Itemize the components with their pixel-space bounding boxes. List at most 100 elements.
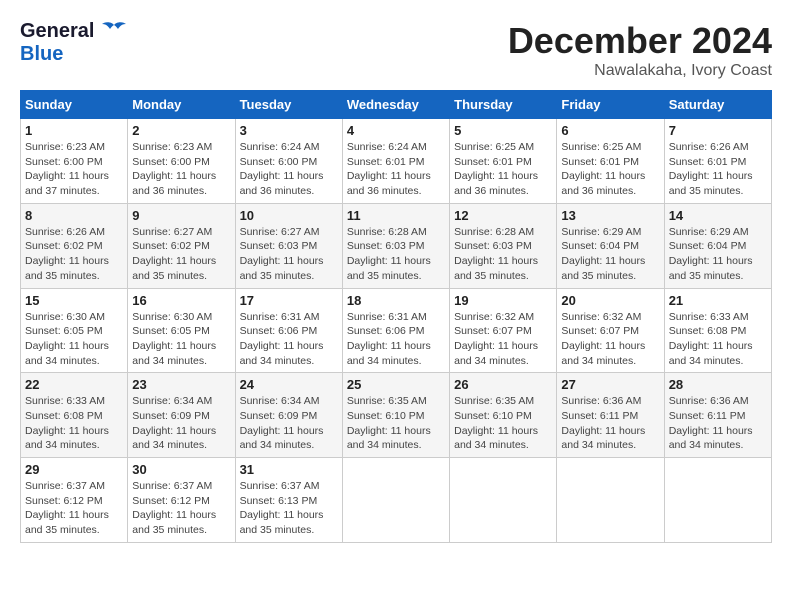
day-number: 1 — [25, 123, 123, 138]
calendar-week-row: 1 Sunrise: 6:23 AMSunset: 6:00 PMDaylight… — [21, 119, 772, 204]
day-number: 15 — [25, 293, 123, 308]
day-number: 29 — [25, 462, 123, 477]
calendar-week-row: 22 Sunrise: 6:33 AMSunset: 6:08 PMDayligh… — [21, 373, 772, 458]
calendar-cell: 22 Sunrise: 6:33 AMSunset: 6:08 PMDayligh… — [21, 373, 128, 458]
day-info: Sunrise: 6:27 AMSunset: 6:03 PMDaylight:… — [240, 225, 338, 284]
logo-bird-icon — [100, 21, 128, 43]
day-info: Sunrise: 6:36 AMSunset: 6:11 PMDaylight:… — [561, 394, 659, 453]
calendar-cell: 10 Sunrise: 6:27 AMSunset: 6:03 PMDayligh… — [235, 203, 342, 288]
calendar-cell: 15 Sunrise: 6:30 AMSunset: 6:05 PMDayligh… — [21, 288, 128, 373]
calendar-day-header: Sunday — [21, 91, 128, 119]
calendar-cell: 7 Sunrise: 6:26 AMSunset: 6:01 PMDaylight… — [664, 119, 771, 204]
day-info: Sunrise: 6:26 AMSunset: 6:01 PMDaylight:… — [669, 140, 767, 199]
day-info: Sunrise: 6:32 AMSunset: 6:07 PMDaylight:… — [561, 310, 659, 369]
day-info: Sunrise: 6:35 AMSunset: 6:10 PMDaylight:… — [454, 394, 552, 453]
day-number: 4 — [347, 123, 445, 138]
day-number: 17 — [240, 293, 338, 308]
calendar-cell: 17Sunrise: 6:31 AMSunset: 6:06 PMDayligh… — [235, 288, 342, 373]
day-info: Sunrise: 6:23 AMSunset: 6:00 PMDaylight:… — [132, 140, 230, 199]
day-info: Sunrise: 6:29 AMSunset: 6:04 PMDaylight:… — [561, 225, 659, 284]
page-header: General Blue December 2024 Nawalakaha, I… — [20, 20, 772, 80]
day-info: Sunrise: 6:27 AMSunset: 6:02 PMDaylight:… — [132, 225, 230, 284]
day-number: 26 — [454, 377, 552, 392]
day-number: 5 — [454, 123, 552, 138]
calendar-cell: 4 Sunrise: 6:24 AMSunset: 6:01 PMDaylight… — [342, 119, 449, 204]
calendar-cell: 13 Sunrise: 6:29 AMSunset: 6:04 PMDayligh… — [557, 203, 664, 288]
calendar-cell: 9 Sunrise: 6:27 AMSunset: 6:02 PMDaylight… — [128, 203, 235, 288]
calendar-cell: 25Sunrise: 6:35 AMSunset: 6:10 PMDayligh… — [342, 373, 449, 458]
day-info: Sunrise: 6:33 AMSunset: 6:08 PMDaylight:… — [25, 394, 123, 453]
day-number: 6 — [561, 123, 659, 138]
day-number: 3 — [240, 123, 338, 138]
calendar-week-row: 8 Sunrise: 6:26 AMSunset: 6:02 PMDaylight… — [21, 203, 772, 288]
calendar-cell: 21 Sunrise: 6:33 AMSunset: 6:08 PMDayligh… — [664, 288, 771, 373]
day-number: 30 — [132, 462, 230, 477]
calendar-cell — [664, 458, 771, 543]
day-number: 19 — [454, 293, 552, 308]
day-number: 25 — [347, 377, 445, 392]
calendar-cell: 26 Sunrise: 6:35 AMSunset: 6:10 PMDayligh… — [450, 373, 557, 458]
calendar-cell — [557, 458, 664, 543]
calendar-cell: 14Sunrise: 6:29 AMSunset: 6:04 PMDayligh… — [664, 203, 771, 288]
calendar-cell: 1 Sunrise: 6:23 AMSunset: 6:00 PMDaylight… — [21, 119, 128, 204]
day-info: Sunrise: 6:36 AMSunset: 6:11 PMDaylight:… — [669, 394, 767, 453]
calendar-cell: 24 Sunrise: 6:34 AMSunset: 6:09 PMDayligh… — [235, 373, 342, 458]
calendar-cell: 19 Sunrise: 6:32 AMSunset: 6:07 PMDayligh… — [450, 288, 557, 373]
day-number: 12 — [454, 208, 552, 223]
calendar-cell: 2 Sunrise: 6:23 AMSunset: 6:00 PMDaylight… — [128, 119, 235, 204]
day-number: 22 — [25, 377, 123, 392]
calendar-cell: 6 Sunrise: 6:25 AMSunset: 6:01 PMDaylight… — [557, 119, 664, 204]
day-info: Sunrise: 6:31 AMSunset: 6:06 PMDaylight:… — [347, 310, 445, 369]
day-info: Sunrise: 6:28 AMSunset: 6:03 PMDaylight:… — [347, 225, 445, 284]
calendar-cell: 12Sunrise: 6:28 AMSunset: 6:03 PMDayligh… — [450, 203, 557, 288]
day-info: Sunrise: 6:23 AMSunset: 6:00 PMDaylight:… — [25, 140, 123, 199]
day-number: 10 — [240, 208, 338, 223]
day-info: Sunrise: 6:26 AMSunset: 6:02 PMDaylight:… — [25, 225, 123, 284]
day-number: 11 — [347, 208, 445, 223]
calendar-header-row: SundayMondayTuesdayWednesdayThursdayFrid… — [21, 91, 772, 119]
calendar-table: SundayMondayTuesdayWednesdayThursdayFrid… — [20, 90, 772, 543]
calendar-day-header: Tuesday — [235, 91, 342, 119]
calendar-cell: 18Sunrise: 6:31 AMSunset: 6:06 PMDayligh… — [342, 288, 449, 373]
calendar-cell: 31 Sunrise: 6:37 AMSunset: 6:13 PMDayligh… — [235, 458, 342, 543]
day-number: 8 — [25, 208, 123, 223]
calendar-cell: 30 Sunrise: 6:37 AMSunset: 6:12 PMDayligh… — [128, 458, 235, 543]
day-number: 9 — [132, 208, 230, 223]
calendar-cell: 5Sunrise: 6:25 AMSunset: 6:01 PMDaylight… — [450, 119, 557, 204]
day-info: Sunrise: 6:24 AMSunset: 6:01 PMDaylight:… — [347, 140, 445, 199]
day-number: 28 — [669, 377, 767, 392]
calendar-cell: 11 Sunrise: 6:28 AMSunset: 6:03 PMDayligh… — [342, 203, 449, 288]
logo-general-text: General — [20, 20, 94, 43]
page-title: December 2024 — [508, 20, 772, 62]
calendar-cell — [342, 458, 449, 543]
calendar-cell: 8 Sunrise: 6:26 AMSunset: 6:02 PMDaylight… — [21, 203, 128, 288]
calendar-cell: 27Sunrise: 6:36 AMSunset: 6:11 PMDayligh… — [557, 373, 664, 458]
day-info: Sunrise: 6:33 AMSunset: 6:08 PMDaylight:… — [669, 310, 767, 369]
calendar-cell — [450, 458, 557, 543]
day-number: 21 — [669, 293, 767, 308]
calendar-cell: 3Sunrise: 6:24 AMSunset: 6:00 PMDaylight… — [235, 119, 342, 204]
calendar-cell: 28 Sunrise: 6:36 AMSunset: 6:11 PMDayligh… — [664, 373, 771, 458]
logo-blue-text: Blue — [20, 43, 63, 66]
calendar-cell: 20Sunrise: 6:32 AMSunset: 6:07 PMDayligh… — [557, 288, 664, 373]
calendar-cell: 23Sunrise: 6:34 AMSunset: 6:09 PMDayligh… — [128, 373, 235, 458]
day-info: Sunrise: 6:30 AMSunset: 6:05 PMDaylight:… — [25, 310, 123, 369]
day-number: 13 — [561, 208, 659, 223]
day-info: Sunrise: 6:25 AMSunset: 6:01 PMDaylight:… — [561, 140, 659, 199]
calendar-day-header: Wednesday — [342, 91, 449, 119]
day-info: Sunrise: 6:37 AMSunset: 6:13 PMDaylight:… — [240, 479, 338, 538]
calendar-day-header: Thursday — [450, 91, 557, 119]
calendar-cell: 29 Sunrise: 6:37 AMSunset: 6:12 PMDayligh… — [21, 458, 128, 543]
day-info: Sunrise: 6:32 AMSunset: 6:07 PMDaylight:… — [454, 310, 552, 369]
day-info: Sunrise: 6:37 AMSunset: 6:12 PMDaylight:… — [132, 479, 230, 538]
day-info: Sunrise: 6:34 AMSunset: 6:09 PMDaylight:… — [240, 394, 338, 453]
day-number: 24 — [240, 377, 338, 392]
day-info: Sunrise: 6:29 AMSunset: 6:04 PMDaylight:… — [669, 225, 767, 284]
day-number: 7 — [669, 123, 767, 138]
day-number: 31 — [240, 462, 338, 477]
day-info: Sunrise: 6:37 AMSunset: 6:12 PMDaylight:… — [25, 479, 123, 538]
day-number: 2 — [132, 123, 230, 138]
day-number: 23 — [132, 377, 230, 392]
day-info: Sunrise: 6:30 AMSunset: 6:05 PMDaylight:… — [132, 310, 230, 369]
day-number: 16 — [132, 293, 230, 308]
